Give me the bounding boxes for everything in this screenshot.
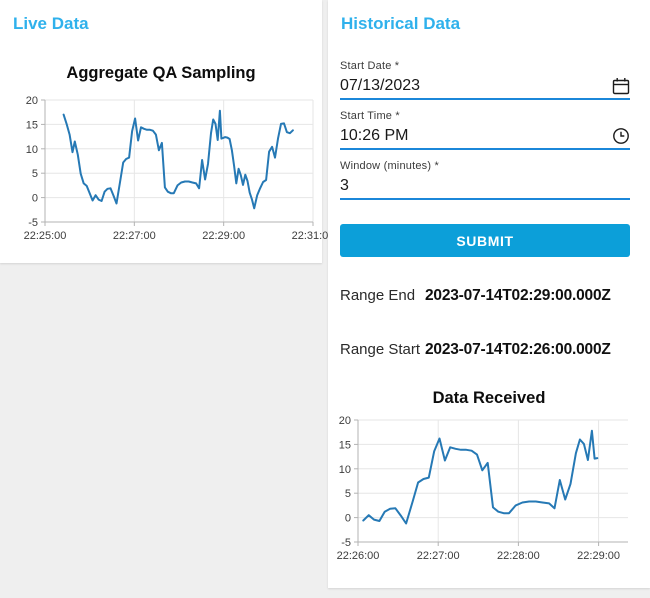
svg-text:22:25:00: 22:25:00 [24,230,67,242]
svg-text:20: 20 [339,415,351,427]
historical-chart-title: Data Received [432,389,546,407]
svg-text:5: 5 [32,168,38,180]
svg-text:0: 0 [345,513,351,525]
svg-text:22:27:00: 22:27:00 [113,230,156,242]
range-end-row: Range End 2023-07-14T02:29:00.000Z [340,287,640,305]
start-date-label: Start Date * [340,60,400,72]
svg-text:-5: -5 [28,217,38,229]
svg-text:22:29:00: 22:29:00 [202,230,245,242]
range-end-value: 2023-07-14T02:29:00.000Z [425,287,611,304]
start-date-field: Start Date * [340,60,630,100]
historical-data-panel: Historical Data Start Date * Start Time … [328,0,650,588]
svg-text:10: 10 [339,464,351,476]
window-minutes-input[interactable] [340,177,630,195]
live-chart-canvas[interactable]: -50510152022:25:00 22:27:00 22:29:00 22:31:… [3,92,335,244]
svg-text:5: 5 [345,488,351,500]
clock-icon[interactable] [612,127,630,145]
range-start-label: Range Start [340,341,421,358]
svg-text:22:27:00: 22:27:00 [417,550,460,562]
range-start-value: 2023-07-14T02:26:00.000Z [425,341,611,358]
range-end-label: Range End [340,287,416,304]
start-time-input[interactable] [340,127,612,145]
range-start-row: Range Start 2023-07-14T02:26:00.000Z [340,341,640,359]
live-data-panel: Live Data Aggregate QA Sampling -5 0 5 10 15… [0,0,335,263]
calendar-icon[interactable] [612,77,630,95]
svg-text:22:28:00: 22:28:00 [497,550,540,562]
window-minutes-field: Window (minutes) * [340,160,630,200]
svg-text:15: 15 [339,439,351,451]
live-chart-title: Aggregate QA Sampling [66,64,256,82]
svg-text:10: 10 [26,144,38,156]
svg-text:0: 0 [32,193,38,205]
window-minutes-label: Window (minutes) * [340,160,439,172]
submit-button[interactable]: SUBMIT [340,224,630,257]
start-date-input[interactable] [340,77,612,95]
svg-text:15: 15 [26,119,38,131]
start-time-label: Start Time * [340,110,400,122]
live-data-heading: Live Data [13,14,89,33]
historical-data-heading: Historical Data [341,14,461,33]
svg-text:22:29:00: 22:29:00 [577,550,620,562]
svg-text:-5: -5 [341,537,351,549]
svg-text:22:26:00: 22:26:00 [337,550,380,562]
svg-text:20: 20 [26,95,38,107]
historical-chart-canvas[interactable]: -5 0 5 10 15 20 22:26:00 22:27:00 22:28:00 22:29:… [330,412,640,564]
start-time-field: Start Time * [340,110,630,150]
